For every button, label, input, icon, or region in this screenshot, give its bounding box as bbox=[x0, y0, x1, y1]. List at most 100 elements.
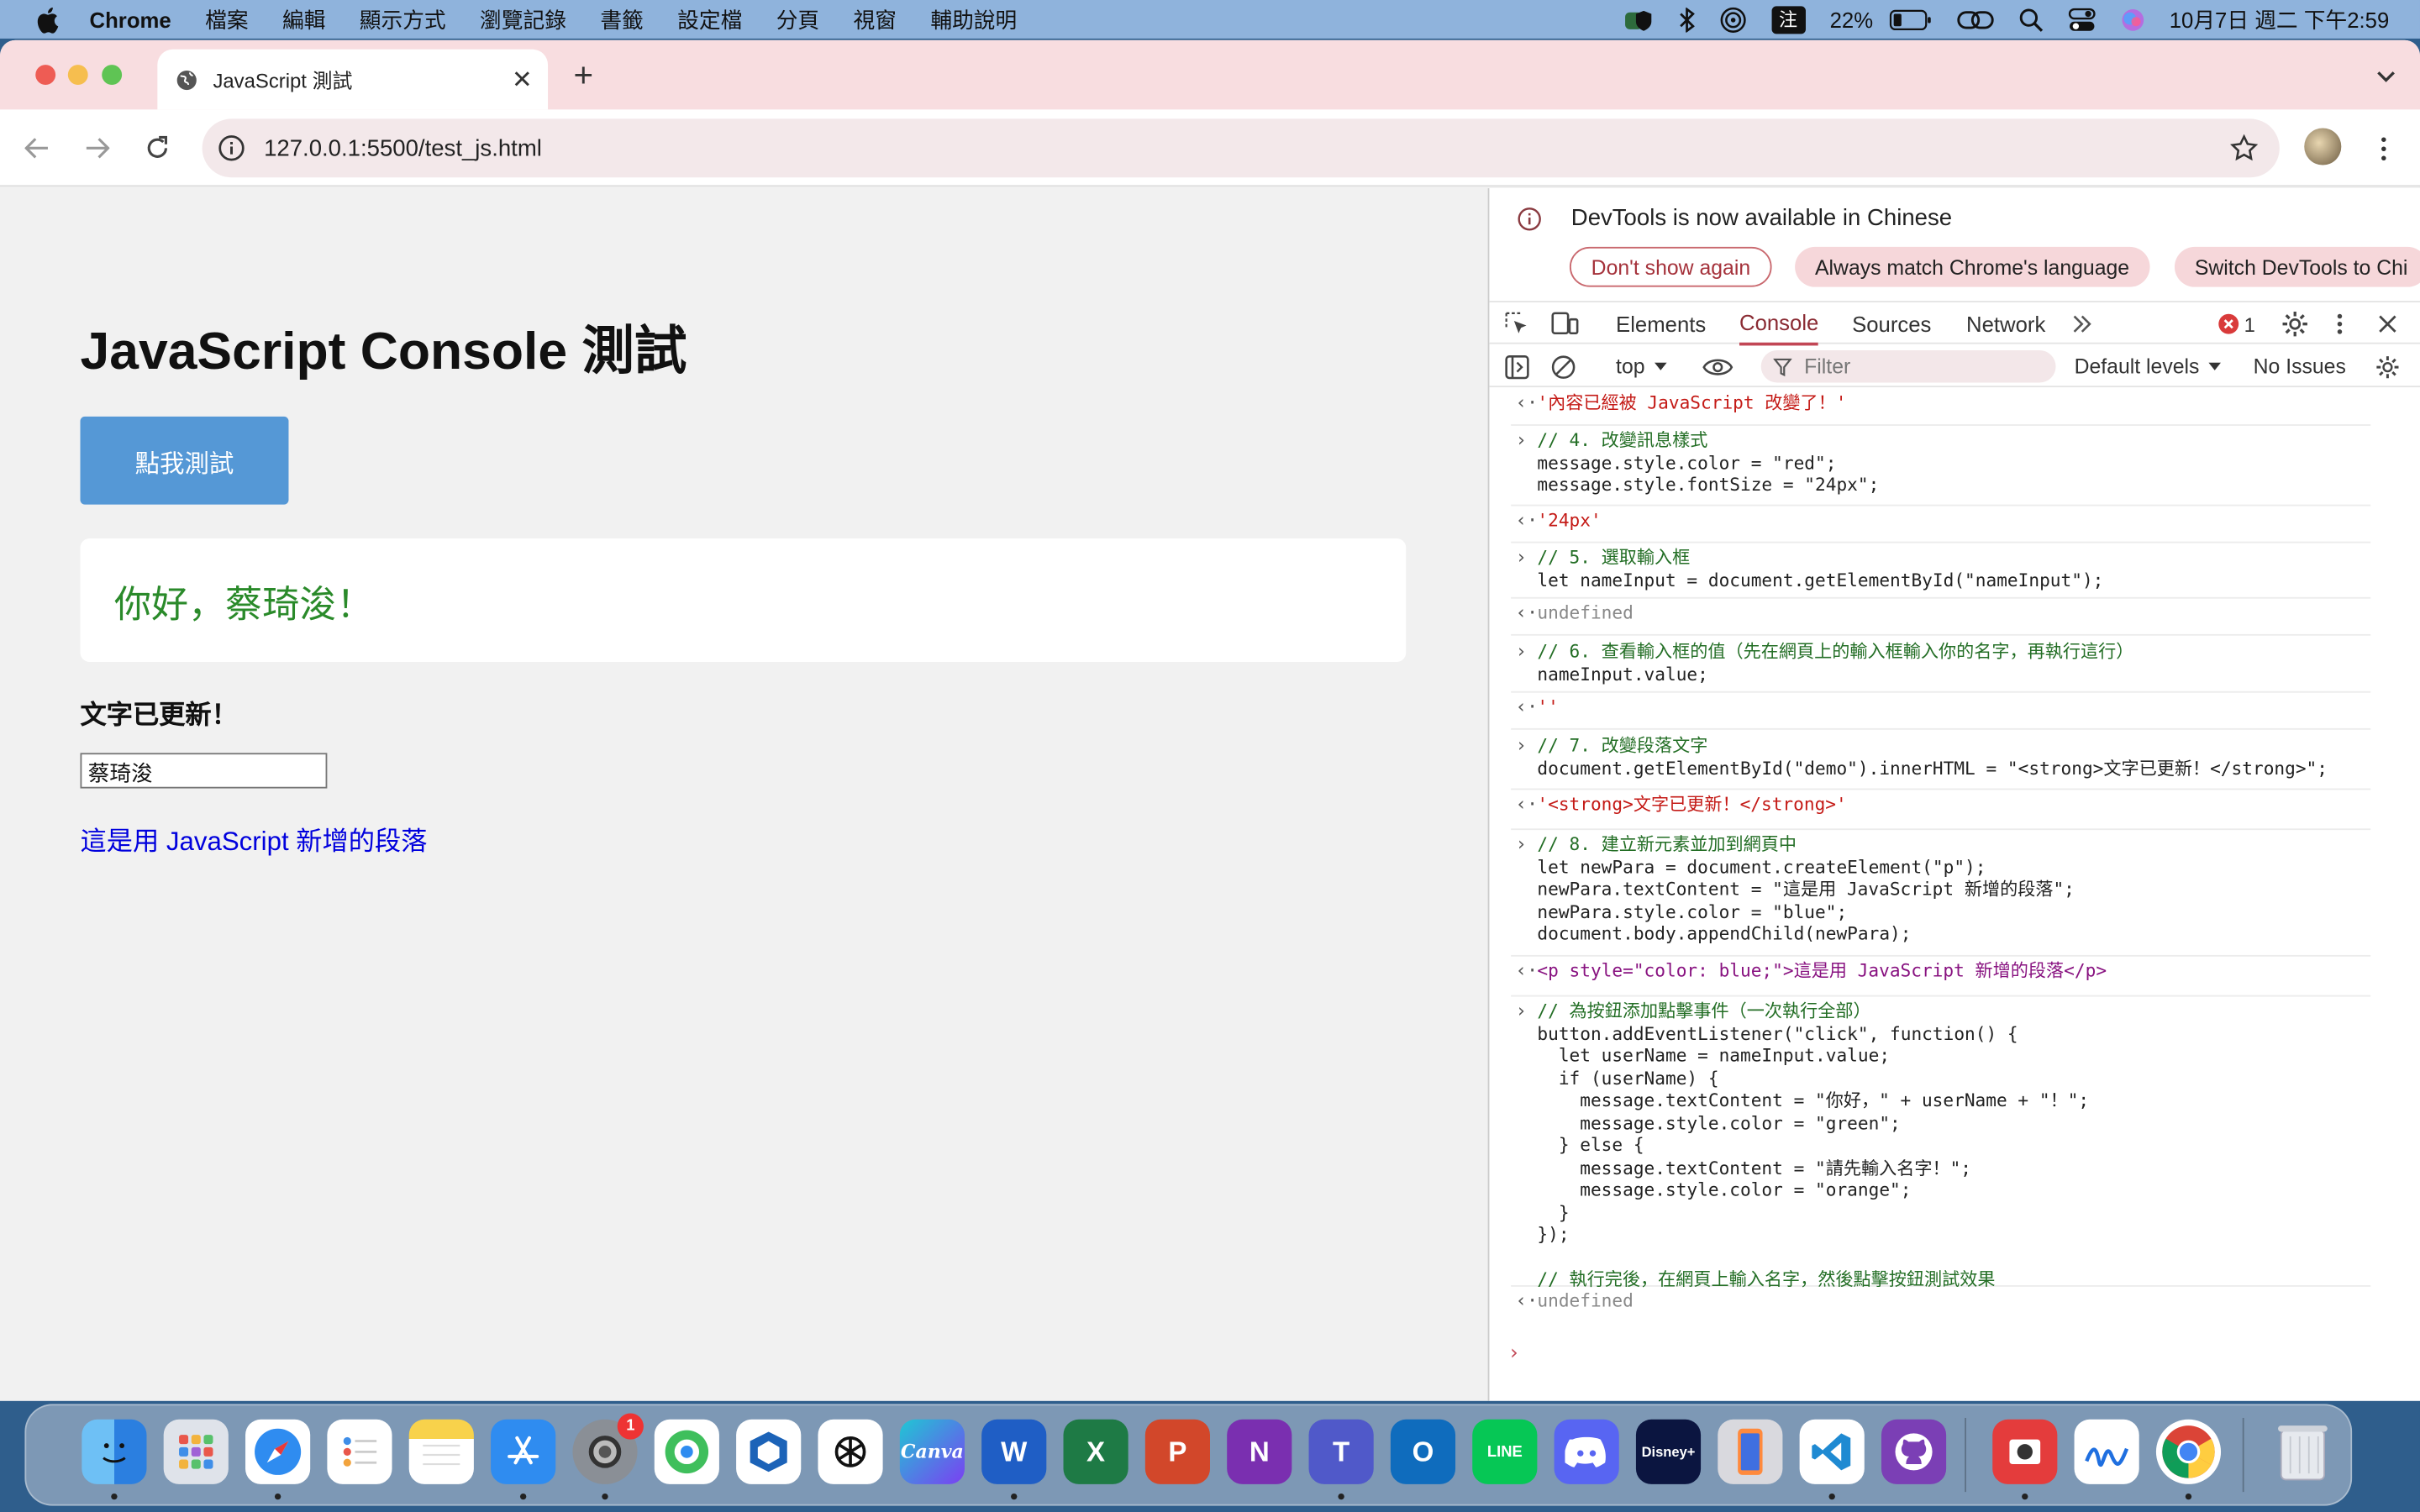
console-prompt-chevron-icon[interactable]: › bbox=[1507, 1342, 1519, 1366]
menu-window[interactable]: 視窗 bbox=[854, 4, 897, 35]
menu-tab[interactable]: 分頁 bbox=[776, 4, 819, 35]
search-icon[interactable] bbox=[2018, 7, 2043, 31]
close-tab-icon[interactable]: ✕ bbox=[512, 64, 533, 95]
control-center-icon[interactable] bbox=[2068, 7, 2096, 31]
more-tabs-icon[interactable] bbox=[2071, 302, 2093, 345]
test-button[interactable]: 點我測試 bbox=[80, 416, 289, 505]
siri-icon[interactable] bbox=[2120, 7, 2144, 31]
clock[interactable]: 10月7日 週二 下午2:59 bbox=[2170, 4, 2390, 35]
sidebar-toggle-icon[interactable] bbox=[1505, 345, 1529, 387]
menu-bookmarks[interactable]: 書籤 bbox=[600, 4, 643, 35]
globe-icon bbox=[176, 69, 197, 91]
launchpad-icon[interactable] bbox=[163, 1419, 229, 1484]
zoom-window-button[interactable] bbox=[102, 65, 123, 86]
address-bar[interactable]: 127.0.0.1:5500/test_js.html bbox=[202, 118, 2280, 178]
minimize-window-button[interactable] bbox=[67, 65, 88, 86]
always-match-language-button[interactable]: Always match Chrome's language bbox=[1795, 246, 2149, 287]
site-info-icon[interactable] bbox=[218, 134, 245, 162]
word-icon[interactable]: W bbox=[981, 1419, 1047, 1484]
tab-network[interactable]: Network bbox=[1966, 302, 2045, 345]
tab-console[interactable]: Console bbox=[1739, 302, 1819, 346]
bookmark-star-icon[interactable] bbox=[2230, 134, 2259, 162]
close-devtools-icon[interactable] bbox=[2378, 302, 2396, 345]
error-count-icon[interactable]: 1 bbox=[2217, 302, 2255, 345]
profile-avatar[interactable] bbox=[2304, 128, 2342, 165]
system-settings-icon[interactable]: 1 bbox=[572, 1413, 644, 1484]
console-output[interactable]: ‹· '內容已經被 JavaScript 改變了！' ›// 4. 改變訊息樣式 m… bbox=[1489, 389, 2420, 1401]
link-icon[interactable] bbox=[1956, 8, 1993, 30]
battery-icon[interactable] bbox=[1888, 8, 1931, 30]
tab-active[interactable]: JavaScript 測試 ✕ bbox=[157, 49, 549, 110]
tab-strip: JavaScript 測試 ✕ + bbox=[0, 39, 2420, 110]
line-icon[interactable]: LINE bbox=[1472, 1419, 1538, 1484]
menu-profiles[interactable]: 設定檔 bbox=[677, 4, 742, 35]
console-settings-icon[interactable] bbox=[2375, 345, 2400, 387]
switch-devtools-language-button[interactable]: Switch DevTools to Chi bbox=[2174, 246, 2420, 287]
result-arrow-icon: ‹· bbox=[1515, 1289, 1539, 1312]
excel-icon[interactable]: X bbox=[1063, 1419, 1128, 1484]
log-levels-select[interactable]: Default levels bbox=[2075, 345, 2222, 387]
finder-icon[interactable] bbox=[82, 1419, 147, 1484]
console-input[interactable]: › // 6. 查看輸入框的值（先在網頁上的輸入框輸入你的名字，再執行這行） nam… bbox=[1511, 640, 2371, 693]
console-input[interactable]: › // 7. 改變段落文字 document.getElementById("de… bbox=[1511, 734, 2371, 790]
notes-icon[interactable] bbox=[408, 1419, 474, 1484]
airdrop-icon[interactable] bbox=[1718, 5, 1746, 33]
outlook-icon[interactable]: O bbox=[1390, 1419, 1456, 1484]
menu-edit[interactable]: 編輯 bbox=[282, 4, 325, 35]
filter-input[interactable]: Filter bbox=[1760, 349, 2056, 383]
close-window-button[interactable] bbox=[35, 65, 56, 86]
safari-icon[interactable] bbox=[245, 1419, 311, 1484]
reminders-icon[interactable] bbox=[327, 1419, 392, 1484]
console-input[interactable]: › // 8. 建立新元素並加到網頁中 let newPara = document… bbox=[1511, 833, 2371, 957]
app-store-icon[interactable] bbox=[491, 1419, 556, 1484]
issues-label[interactable]: No Issues bbox=[2254, 345, 2346, 387]
photo-booth-icon[interactable] bbox=[1992, 1419, 2058, 1484]
onenote-icon[interactable]: N bbox=[1227, 1419, 1292, 1484]
input-chevron-icon: › bbox=[1515, 640, 1527, 662]
devtools-menu-icon[interactable] bbox=[2337, 302, 2343, 345]
new-tab-button[interactable]: + bbox=[565, 55, 602, 96]
virtualbox-icon[interactable] bbox=[736, 1419, 802, 1484]
inspect-element-icon[interactable] bbox=[1505, 302, 1529, 345]
name-input[interactable]: 蔡琦浚 bbox=[80, 753, 328, 789]
console-input[interactable]: › // 4. 改變訊息樣式 message.style.color = "red"… bbox=[1511, 429, 2371, 507]
chrome-menu-icon[interactable] bbox=[2370, 128, 2395, 168]
teams-icon[interactable]: T bbox=[1308, 1419, 1374, 1484]
github-desktop-icon[interactable] bbox=[1881, 1419, 1947, 1484]
powerpoint-icon[interactable]: P bbox=[1144, 1419, 1210, 1484]
back-icon[interactable] bbox=[18, 129, 55, 166]
reload-icon[interactable] bbox=[139, 129, 176, 166]
chrome-icon[interactable] bbox=[2155, 1419, 2222, 1484]
live-expression-eye-icon[interactable] bbox=[1702, 345, 1733, 387]
forward-icon[interactable] bbox=[79, 129, 116, 166]
dont-show-again-button[interactable]: Don't show again bbox=[1569, 246, 1772, 287]
device-toolbar-icon[interactable] bbox=[1551, 302, 1579, 345]
bluetooth-icon[interactable] bbox=[1679, 7, 1694, 32]
chatgpt-icon[interactable] bbox=[818, 1419, 883, 1484]
input-method-indicator[interactable]: 注 bbox=[1770, 5, 1806, 34]
menu-history[interactable]: 瀏覽記錄 bbox=[480, 4, 566, 35]
tab-search-chevron-icon[interactable] bbox=[2368, 59, 2405, 96]
disney-plus-icon[interactable]: Disney+ bbox=[1635, 1419, 1702, 1484]
context-select[interactable]: top bbox=[1616, 345, 1667, 387]
apple-icon[interactable] bbox=[31, 4, 62, 35]
url-text[interactable]: 127.0.0.1:5500/test_js.html bbox=[264, 135, 542, 161]
shield-status-icon[interactable] bbox=[1623, 7, 1654, 31]
menu-help[interactable]: 輔助說明 bbox=[930, 4, 1017, 35]
canva-icon[interactable]: Canva bbox=[899, 1419, 965, 1484]
tab-sources[interactable]: Sources bbox=[1852, 302, 1931, 345]
menu-file[interactable]: 檔案 bbox=[205, 4, 248, 35]
console-input[interactable]: › // 5. 選取輸入框 let nameInput = document.get… bbox=[1511, 546, 2371, 599]
vscode-icon[interactable] bbox=[1799, 1419, 1865, 1484]
freeform-icon[interactable] bbox=[2074, 1419, 2139, 1484]
menu-view[interactable]: 顯示方式 bbox=[360, 4, 446, 35]
settings-gear-icon[interactable] bbox=[2281, 302, 2309, 345]
menu-app-name[interactable]: Chrome bbox=[90, 7, 171, 31]
tab-elements[interactable]: Elements bbox=[1616, 302, 1706, 345]
clear-console-icon[interactable] bbox=[1551, 345, 1576, 387]
trash-icon[interactable] bbox=[2270, 1420, 2335, 1484]
find-my-icon[interactable] bbox=[654, 1419, 719, 1484]
iphone-mirroring-icon[interactable] bbox=[1718, 1419, 1783, 1484]
discord-icon[interactable] bbox=[1554, 1419, 1619, 1484]
console-input[interactable]: › // 為按鈕添加點擊事件（一次執行全部） button.addEventList… bbox=[1511, 1000, 2371, 1289]
